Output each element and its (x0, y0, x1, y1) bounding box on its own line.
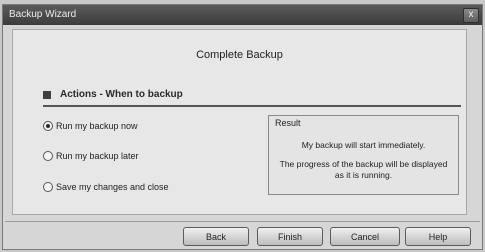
cancel-button[interactable]: Cancel (330, 227, 400, 246)
radio-run-later[interactable] (43, 151, 53, 161)
title-bar[interactable]: Backup Wizard x (3, 5, 482, 25)
option-label: Run my backup now (56, 121, 138, 131)
section-heading-label: Actions - When to backup (60, 89, 183, 100)
close-button[interactable]: x (463, 8, 479, 23)
result-box: Result My backup will start immediately.… (268, 115, 459, 195)
window-title: Backup Wizard (9, 9, 77, 20)
result-progress-note: The progress of the backup will be displ… (279, 159, 448, 180)
help-button[interactable]: Help (405, 227, 471, 246)
backup-wizard-window: Backup Wizard x Complete Backup Actions … (2, 4, 483, 250)
result-title: Result (275, 118, 301, 128)
option-label: Run my backup later (56, 151, 139, 161)
back-button[interactable]: Back (183, 227, 249, 246)
radio-save-and-close[interactable] (43, 182, 53, 192)
square-bullet-icon (43, 91, 51, 99)
result-message: My backup will start immediately. (301, 140, 426, 150)
option-save-and-close[interactable]: Save my changes and close (43, 180, 169, 194)
page-title: Complete Backup (196, 49, 283, 61)
finish-button[interactable]: Finish (257, 227, 323, 246)
close-icon: x (468, 9, 474, 20)
option-run-now[interactable]: Run my backup now (43, 119, 138, 133)
footer-separator (5, 221, 480, 222)
radio-run-now[interactable] (43, 121, 53, 131)
option-label: Save my changes and close (56, 182, 169, 192)
section-heading: Actions - When to backup (43, 89, 461, 107)
option-run-later[interactable]: Run my backup later (43, 149, 139, 163)
